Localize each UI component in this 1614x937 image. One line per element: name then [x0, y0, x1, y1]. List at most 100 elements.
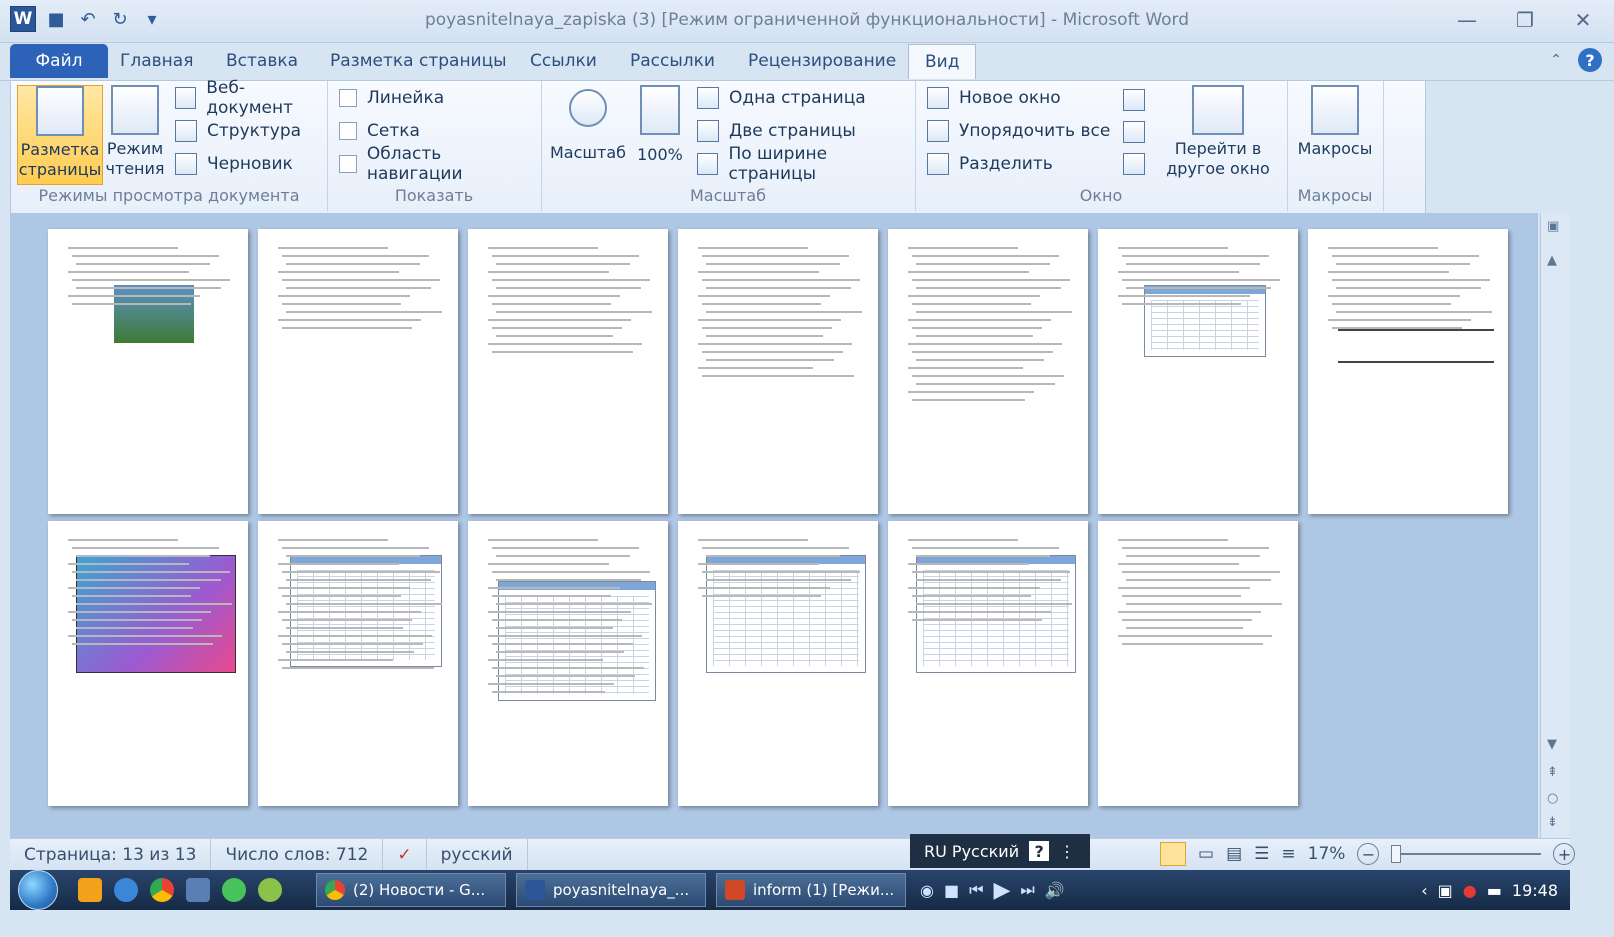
grid-check[interactable] [339, 122, 357, 140]
sync-scroll-icon[interactable] [1123, 121, 1145, 143]
nav-pane-check[interactable] [339, 155, 357, 173]
network-icon[interactable]: ▣ [1438, 881, 1453, 900]
tab-home[interactable]: Главная [104, 44, 209, 78]
tab-view[interactable]: Вид [908, 44, 977, 79]
browse-object-icon[interactable]: ○ [1547, 791, 1558, 806]
next-track-icon[interactable]: ⏭ [1020, 880, 1034, 900]
two-pages-button[interactable]: Две страницы [697, 116, 856, 146]
outline-view-icon[interactable]: ☰ [1254, 844, 1269, 864]
next-page-icon[interactable]: ⇟ [1547, 815, 1558, 830]
chrome-icon[interactable] [150, 878, 174, 902]
volume-icon[interactable]: 🔊 [1045, 881, 1065, 900]
previous-track-icon[interactable]: ⏮ [969, 880, 983, 900]
page-thumbnail[interactable] [888, 521, 1088, 806]
web-layout-button[interactable]: Веб-документ [175, 78, 327, 118]
draft-button[interactable]: Черновик [175, 149, 293, 179]
tab-page-layout[interactable]: Разметка страницы [314, 44, 523, 78]
language-flag-icon[interactable]: ▬ [1487, 881, 1502, 900]
page-thumbnail[interactable] [48, 229, 248, 514]
nav-pane-checkbox[interactable]: Область навигации [339, 144, 541, 184]
document-area[interactable] [10, 213, 1538, 841]
page-count[interactable]: Страница: 13 из 13 [10, 839, 212, 871]
tab-mailings[interactable]: Рассылки [614, 44, 731, 78]
play-icon[interactable]: ▶ [994, 878, 1011, 903]
app-icon[interactable] [186, 878, 210, 902]
antivirus-icon[interactable]: ● [1463, 881, 1477, 900]
one-page-button[interactable]: Одна страница [697, 83, 866, 113]
scroll-up-icon[interactable]: ▲ [1547, 253, 1557, 268]
reset-window-icon[interactable] [1123, 153, 1145, 175]
page-thumbnail[interactable] [1308, 229, 1508, 514]
close-icon[interactable]: ✕ [1566, 6, 1600, 34]
print-layout-button[interactable]: Разметка страницы [17, 85, 103, 185]
proofing-icon[interactable]: ✓ [383, 839, 427, 871]
web-view-icon[interactable]: ▤ [1226, 844, 1242, 864]
view-side-by-side-icon[interactable] [1123, 89, 1145, 111]
media-app-icon[interactable]: ◉ [920, 881, 934, 900]
vertical-scrollbar[interactable]: ▣ ▲ ▼ ⇞ ○ ⇟ [1540, 213, 1569, 841]
outline-button[interactable]: Структура [175, 116, 301, 146]
page-thumbnail[interactable] [48, 521, 248, 806]
page-thumbnail[interactable] [468, 229, 668, 514]
new-window-button[interactable]: Новое окно [927, 83, 1061, 113]
page-thumbnail[interactable] [678, 229, 878, 514]
ruler-toggle-icon[interactable]: ▣ [1547, 219, 1559, 234]
utility-icon[interactable] [258, 878, 282, 902]
reading-view-icon[interactable]: ▭ [1198, 844, 1214, 864]
zoom-level[interactable]: 17% [1308, 844, 1346, 864]
language-indicator[interactable]: русский [427, 839, 528, 871]
media-player-icon[interactable] [78, 878, 102, 902]
tab-review[interactable]: Рецензирование [732, 44, 912, 78]
page-thumbnail[interactable] [888, 229, 1088, 514]
zoom-out-icon[interactable]: − [1357, 843, 1380, 865]
page-thumbnail[interactable] [468, 521, 668, 806]
previous-page-icon[interactable]: ⇞ [1547, 765, 1558, 780]
ruler-checkbox[interactable]: Линейка [339, 83, 444, 113]
tab-insert[interactable]: Вставка [210, 44, 314, 78]
help-icon[interactable]: ? [1578, 48, 1602, 72]
tab-references[interactable]: Ссылки [514, 44, 613, 78]
language-bar[interactable]: RU Русский ? ⋮ [910, 834, 1090, 868]
internet-explorer-icon[interactable] [114, 878, 138, 902]
text-line [282, 643, 423, 645]
text-line [908, 343, 1062, 345]
ruler-check[interactable] [339, 89, 357, 107]
page-thumbnail[interactable] [1098, 521, 1298, 806]
language-help-icon[interactable]: ? [1029, 841, 1050, 861]
page-thumbnail[interactable] [678, 521, 878, 806]
grid-checkbox[interactable]: Сетка [339, 116, 420, 146]
zoom-button[interactable]: Масштаб [550, 85, 626, 163]
page-thumbnail[interactable] [1098, 229, 1298, 514]
print-layout-view-icon[interactable] [1160, 842, 1186, 866]
language-bar-options-icon[interactable]: ⋮ [1059, 842, 1075, 861]
minimize-icon[interactable]: — [1450, 6, 1484, 34]
zoom-in-icon[interactable]: + [1553, 843, 1576, 865]
clock-time[interactable]: 19:48 [1512, 881, 1558, 900]
page-width-button[interactable]: По ширине страницы [697, 144, 915, 184]
restore-icon[interactable]: ❐ [1508, 6, 1542, 34]
tray-expand-icon[interactable]: ‹ [1421, 881, 1427, 900]
arrange-all-button[interactable]: Упорядочить все [927, 116, 1110, 146]
taskbar-item-powerpoint[interactable]: inform (1) [Режи... [716, 873, 906, 907]
taskbar-item-chrome[interactable]: (2) Новости - G... [316, 873, 506, 907]
taskbar-item-word[interactable]: poyasnitelnaya_... [516, 873, 706, 907]
zoom-slider[interactable] [1391, 845, 1542, 863]
tab-file[interactable]: Файл [10, 44, 108, 78]
switch-windows-button[interactable]: Перейти в другое окно [1157, 85, 1279, 179]
macros-button[interactable]: Макросы [1297, 85, 1373, 159]
minimize-ribbon-icon[interactable]: ⌃ [1550, 52, 1562, 68]
page-thumbnail[interactable] [258, 521, 458, 806]
zoom-slider-thumb[interactable] [1391, 845, 1402, 863]
split-button[interactable]: Разделить [927, 149, 1053, 179]
draft-view-icon[interactable]: ≡ [1281, 844, 1295, 864]
page-thumbnail[interactable] [258, 229, 458, 514]
scroll-down-icon[interactable]: ▼ [1547, 737, 1557, 752]
text-line [282, 547, 429, 549]
start-button[interactable] [10, 870, 66, 910]
reading-mode-button[interactable]: Режим чтения [103, 85, 167, 179]
stop-icon[interactable]: ■ [944, 881, 959, 900]
zoom-100-button[interactable]: 100% [633, 85, 687, 165]
word-count[interactable]: Число слов: 712 [211, 839, 384, 871]
text-line [1118, 635, 1272, 637]
icq-icon[interactable] [222, 878, 246, 902]
